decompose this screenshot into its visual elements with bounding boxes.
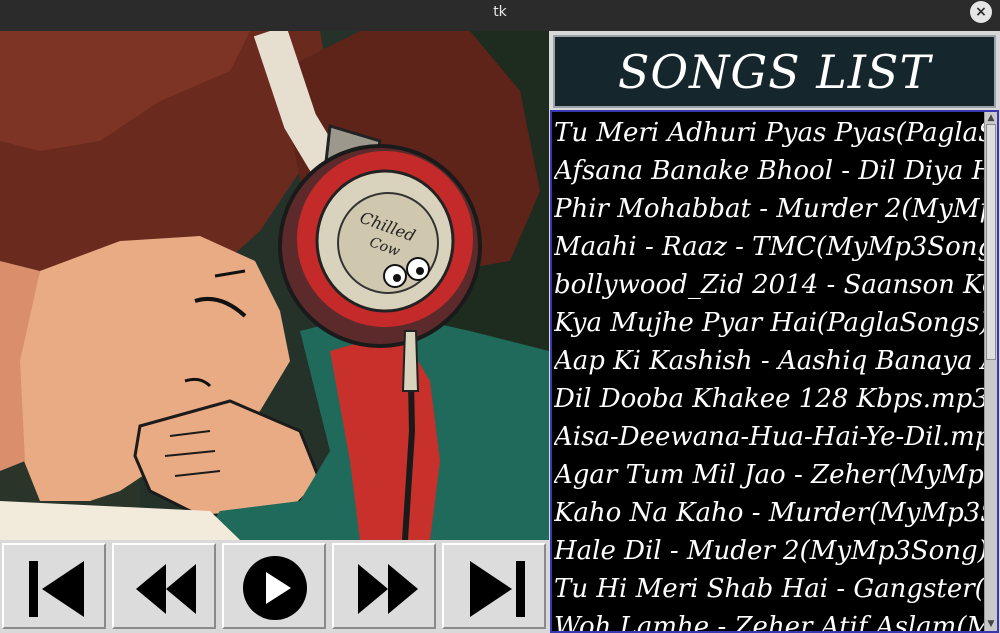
- window-title: tk: [493, 4, 507, 20]
- skip-previous-icon: [29, 561, 84, 617]
- title-bar: tk ×: [0, 0, 1000, 31]
- scroll-up-icon[interactable]: ▲: [986, 113, 996, 123]
- songs-list-title: SONGS LIST: [617, 45, 932, 99]
- play-icon: [243, 556, 307, 620]
- song-list-item[interactable]: Woh Lamhe - Zeher Atif Aslam(My: [554, 608, 984, 631]
- song-list-item[interactable]: Aisa-Deewana-Hua-Hai-Ye-Dil.mp3: [554, 418, 984, 456]
- previous-track-button[interactable]: [2, 543, 106, 629]
- songs-listbox[interactable]: Tu Meri Adhuri Pyas Pyas(PaglaS Afsana Ba…: [550, 110, 999, 633]
- song-list-item[interactable]: Dil Dooba Khakee 128 Kbps.mp3: [554, 380, 984, 418]
- song-list-item[interactable]: Kya Mujhe Pyar Hai(PaglaSongs).: [554, 304, 984, 342]
- vertical-scrollbar[interactable]: ▲ ▼: [984, 112, 997, 631]
- song-list-item[interactable]: Tu Meri Adhuri Pyas Pyas(PaglaS: [554, 114, 984, 152]
- song-list-item[interactable]: Aap Ki Kashish - Aashiq Banaya A: [554, 342, 984, 380]
- rewind-button[interactable]: [112, 543, 216, 629]
- song-list-item[interactable]: Agar Tum Mil Jao - Zeher(MyMp3S: [554, 456, 984, 494]
- close-icon[interactable]: ×: [970, 1, 992, 23]
- fast-forward-icon: [358, 564, 418, 614]
- album-art: Chilled Cow: [0, 31, 549, 540]
- song-list-item[interactable]: Maahi - Raaz - TMC(MyMp3Song).: [554, 228, 984, 266]
- song-list-item[interactable]: Afsana Banake Bhool - Dil Diya Ha: [554, 152, 984, 190]
- playlist-panel: SONGS LIST Tu Meri Adhuri Pyas Pyas(Pagl…: [549, 31, 1000, 633]
- song-list-item[interactable]: Kaho Na Kaho - Murder(MyMp3So: [554, 494, 984, 532]
- skip-next-icon: [470, 561, 525, 617]
- playback-controls: [0, 540, 549, 633]
- song-list[interactable]: Tu Meri Adhuri Pyas Pyas(PaglaS Afsana Ba…: [552, 112, 984, 631]
- scroll-down-icon[interactable]: ▼: [986, 619, 996, 629]
- song-list-item[interactable]: Hale Dil - Muder 2(MyMp3Song).m: [554, 532, 984, 570]
- scrollbar-thumb[interactable]: [986, 124, 996, 360]
- song-list-item[interactable]: Tu Hi Meri Shab Hai - Gangster(M: [554, 570, 984, 608]
- fast-forward-button[interactable]: [332, 543, 436, 629]
- rewind-icon: [136, 564, 196, 614]
- song-list-item[interactable]: bollywood_Zid 2014 - Saanson Ko.: [554, 266, 984, 304]
- play-button[interactable]: [222, 543, 326, 629]
- song-list-item[interactable]: Phir Mohabbat - Murder 2(MyMp3: [554, 190, 984, 228]
- songs-list-header: SONGS LIST: [553, 35, 996, 108]
- next-track-button[interactable]: [442, 543, 546, 629]
